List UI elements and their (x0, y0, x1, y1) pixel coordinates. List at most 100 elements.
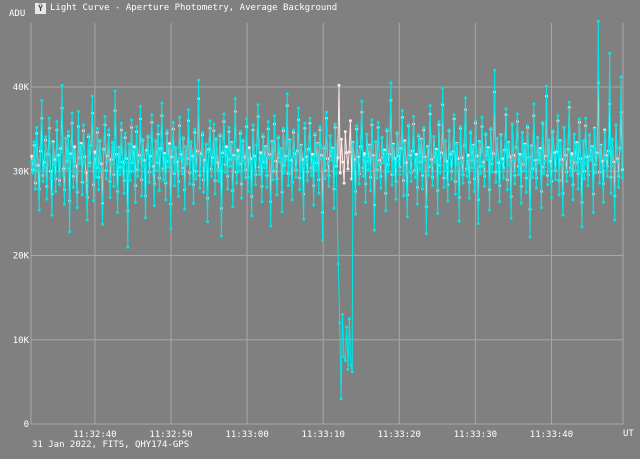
light-curve-chart: 010K20K30K40K 11:32:40 11:32:50 11:33:00 11… (9, 9, 634, 440)
y-tick-label: 30K (13, 167, 30, 177)
data-point (69, 156, 73, 160)
data-point (464, 96, 467, 100)
data-point (567, 100, 571, 104)
data-point (117, 147, 121, 150)
series-line (31, 21, 623, 399)
data-point (465, 174, 469, 178)
data-point (195, 152, 199, 156)
data-point (351, 142, 355, 145)
data-point (93, 150, 97, 154)
data-point (175, 167, 179, 171)
data-point (88, 164, 92, 168)
data-point (40, 99, 44, 102)
data-point (174, 146, 178, 150)
y-tick-label: 40K (13, 83, 30, 93)
data-point (230, 142, 233, 145)
data-point (355, 124, 359, 128)
data-point (336, 156, 340, 160)
data-point (367, 144, 371, 148)
data-point (107, 128, 111, 132)
data-point (328, 134, 332, 138)
data-point (359, 147, 362, 150)
data-point (331, 147, 335, 151)
data-point (217, 179, 221, 183)
data-point (556, 114, 560, 118)
data-point (603, 130, 607, 134)
data-point (89, 145, 93, 149)
data-point (231, 205, 235, 209)
data-point (499, 134, 503, 138)
data-point (222, 112, 226, 116)
data-point (547, 138, 551, 142)
chart-grid (30, 23, 624, 425)
data-point (418, 167, 422, 171)
data-point (204, 142, 208, 146)
data-point (98, 138, 102, 142)
data-point (270, 141, 274, 145)
data-point (30, 154, 34, 158)
data-point (370, 118, 374, 122)
data-point (552, 154, 556, 158)
data-point (365, 132, 369, 136)
data-point (347, 317, 351, 321)
data-point (388, 154, 392, 158)
data-point (565, 179, 569, 183)
data-point (450, 177, 454, 181)
data-point (398, 173, 402, 177)
data-point (361, 174, 365, 178)
data-point (33, 187, 37, 191)
data-point (553, 178, 557, 182)
data-point (226, 187, 230, 191)
data-point (206, 220, 209, 224)
data-point (467, 196, 471, 200)
data-point (545, 84, 548, 88)
data-point (232, 157, 236, 161)
data-point (576, 187, 580, 191)
data-point (50, 213, 54, 217)
data-point (311, 155, 314, 159)
data-point (443, 139, 447, 143)
data-point (44, 135, 47, 139)
data-point (409, 179, 413, 183)
data-point (246, 190, 250, 193)
data-point (136, 174, 140, 178)
data-point (343, 359, 347, 363)
data-point (163, 153, 166, 157)
data-point (563, 158, 567, 161)
data-point (614, 123, 618, 127)
data-point (381, 161, 385, 165)
data-point (451, 152, 455, 156)
data-point (332, 206, 336, 210)
data-point (74, 170, 78, 174)
data-point (372, 228, 376, 232)
data-point (369, 189, 373, 193)
data-point (495, 136, 499, 140)
data-point (589, 158, 593, 162)
data-point (184, 145, 188, 149)
data-point (431, 184, 435, 188)
data-point (45, 197, 49, 201)
data-point (112, 184, 116, 188)
data-point (469, 130, 473, 134)
x-tick-label: 11:33:20 (378, 430, 421, 440)
data-point (461, 181, 465, 185)
data-point (58, 183, 61, 187)
data-point (594, 171, 598, 175)
data-point (132, 147, 136, 151)
y-tick-label: 20K (13, 252, 30, 262)
data-point (227, 126, 231, 129)
data-point (350, 370, 354, 374)
data-point (575, 142, 579, 146)
data-point (607, 151, 610, 155)
data-point (605, 174, 609, 178)
series-layer (30, 19, 624, 401)
data-point (456, 162, 460, 166)
data-point (601, 200, 605, 204)
data-point (252, 158, 256, 162)
data-point (404, 169, 408, 173)
data-point (145, 152, 149, 156)
data-point (54, 190, 58, 193)
data-point (180, 172, 184, 176)
data-point (528, 235, 532, 239)
data-point (339, 397, 343, 401)
